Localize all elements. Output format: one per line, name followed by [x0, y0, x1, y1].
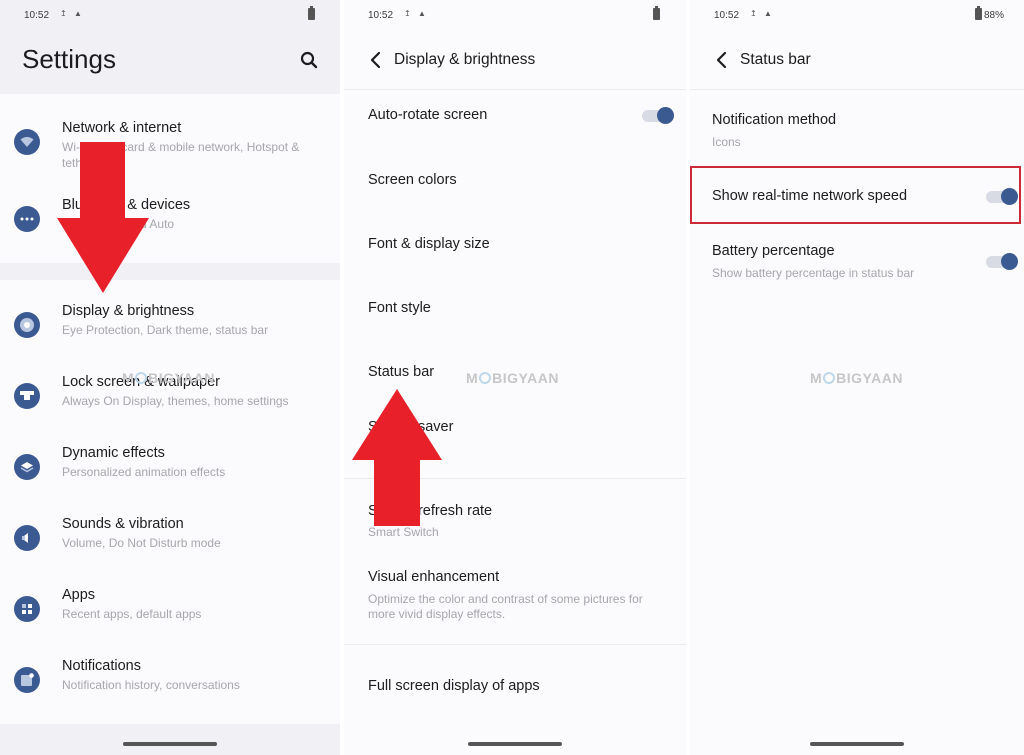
back-arrow-icon[interactable]: [368, 50, 384, 70]
item-label: Network & internet: [62, 120, 182, 136]
screen-colors-row[interactable]: Screen colors: [344, 165, 686, 197]
settings-item-apps[interactable]: Apps Recent apps, default apps: [0, 587, 340, 656]
screen-saver-row[interactable]: Screen saver: [344, 412, 686, 444]
notification-icon: [14, 667, 40, 693]
battery-icon: [975, 6, 982, 20]
row-label: Font style: [368, 300, 431, 316]
page-header: Display & brightness: [344, 30, 686, 90]
apps-grid-icon: [14, 596, 40, 622]
status-bar: 10:52 ↥ ▲: [344, 0, 686, 30]
home-gesture-handle[interactable]: [468, 742, 562, 746]
row-label: Font & display size: [368, 236, 490, 252]
row-label: Status bar: [368, 364, 435, 380]
row-label: Visual enhancement: [368, 569, 500, 585]
page-title: Settings: [22, 44, 116, 74]
visual-enhancement-row[interactable]: Visual enhancement Optimize the color an…: [344, 562, 686, 622]
speaker-icon: [14, 525, 40, 551]
row-label: Screen saver: [368, 419, 454, 435]
page-header: Status bar: [690, 30, 1024, 90]
status-bar-settings-screen: 10:52 ↥ ▲ 88% Status bar Notification me…: [690, 0, 1024, 755]
status-time: 10:52: [24, 10, 50, 21]
font-style-row[interactable]: Font style: [344, 293, 686, 325]
section-divider: [344, 478, 686, 479]
display-icon: [14, 312, 40, 338]
notification-method-row[interactable]: Notification method Icons: [690, 105, 1024, 151]
row-label: Battery percentage: [712, 243, 835, 259]
item-label: Dynamic effects: [62, 445, 165, 461]
home-gesture-handle[interactable]: [810, 742, 904, 746]
item-label: Notifications: [62, 658, 141, 674]
upload-icon: ↥: [750, 9, 757, 18]
battery-icon: [308, 6, 315, 20]
item-subtitle: Volume, Do Not Disturb mode: [62, 536, 221, 550]
row-subtitle: Smart Switch: [368, 525, 439, 539]
watermark: M BIGYAAN: [466, 370, 559, 386]
navigation-bar: [0, 724, 340, 755]
row-label: Screen refresh rate: [368, 503, 493, 519]
alert-icon: ▲: [418, 9, 426, 18]
item-subtitle: Personalized animation effects: [62, 465, 226, 479]
settings-item-dynamic-effects[interactable]: Dynamic effects Personalized animation e…: [0, 445, 340, 514]
row-label: Full screen display of apps: [368, 678, 540, 694]
settings-item-sounds[interactable]: Sounds & vibration Volume, Do Not Distur…: [0, 516, 340, 585]
settings-item-notifications[interactable]: Notifications Notification history, conv…: [0, 658, 340, 727]
upload-icon: ↥: [60, 9, 67, 18]
settings-item-lock-screen[interactable]: Lock screen & wallpaper Always On Displa…: [0, 374, 340, 443]
auto-rotate-row[interactable]: Auto-rotate screen: [344, 100, 686, 132]
more-dots-icon: [14, 206, 40, 232]
auto-rotate-toggle[interactable]: [642, 107, 674, 124]
status-bar: 10:52 ↥ ▲ 88%: [690, 0, 1024, 30]
full-screen-apps-row[interactable]: Full screen display of apps: [344, 671, 686, 703]
item-label: Display & brightness: [62, 303, 195, 319]
wifi-icon: [14, 129, 40, 155]
battery-icon: [653, 6, 660, 20]
search-icon[interactable]: [300, 51, 318, 69]
row-subtitle: Icons: [712, 135, 741, 149]
settings-item-display[interactable]: Display & brightness Eye Protection, Dar…: [0, 303, 340, 372]
upload-icon: ↥: [404, 9, 411, 18]
item-subtitle: Pairing, Android Auto: [62, 217, 175, 231]
back-arrow-icon[interactable]: [714, 50, 730, 70]
battery-percentage-toggle[interactable]: [986, 253, 1018, 270]
home-gesture-handle[interactable]: [123, 742, 217, 746]
font-display-size-row[interactable]: Font & display size: [344, 229, 686, 261]
item-label: Bluetooth & devices: [62, 197, 191, 213]
item-subtitle: Always On Display, themes, home settings: [62, 394, 289, 408]
status-bar: 10:52 ↥ ▲: [0, 0, 340, 30]
row-label: Auto-rotate screen: [368, 107, 488, 123]
row-label: Notification method: [712, 112, 837, 128]
item-subtitle: Eye Protection, Dark theme, status bar: [62, 323, 269, 337]
item-subtitle: Wi-Fi, SIM card & mobile network, Hotspo…: [62, 140, 300, 170]
settings-item-network[interactable]: Network & internet Wi-Fi, SIM card & mob…: [0, 120, 340, 189]
highlight-box-annotation: [690, 166, 1021, 224]
screen-refresh-rate-row[interactable]: Screen refresh rate Smart Switch: [344, 496, 686, 540]
alert-icon: ▲: [764, 9, 772, 18]
row-subtitle: Show battery percentage in status bar: [712, 266, 915, 280]
alert-icon: ▲: [74, 9, 82, 18]
battery-percentage-row[interactable]: Battery percentage Show battery percenta…: [690, 236, 1024, 282]
layers-icon: [14, 454, 40, 480]
settings-screen: 10:52 ↥ ▲ Settings Network & internet Wi…: [0, 0, 340, 755]
item-subtitle: Notification history, conversations: [62, 678, 240, 692]
section-divider: [344, 644, 686, 645]
battery-percentage: 88%: [984, 10, 1005, 21]
row-label: Screen colors: [368, 172, 457, 188]
display-brightness-screen: 10:52 ↥ ▲ Display & brightness Auto-rota…: [344, 0, 686, 755]
row-subtitle: Optimize the color and contrast of some …: [368, 592, 643, 621]
item-subtitle: Recent apps, default apps: [62, 607, 202, 621]
page-title: Display & brightness: [394, 51, 536, 68]
lock-screen-icon: [14, 383, 40, 409]
watermark: M BIGYAAN: [122, 370, 215, 386]
status-time: 10:52: [714, 10, 740, 21]
item-label: Apps: [62, 587, 96, 603]
page-title: Status bar: [740, 51, 811, 68]
settings-item-bluetooth[interactable]: Bluetooth & devices Pairing, Android Aut…: [0, 197, 340, 266]
item-label: Sounds & vibration: [62, 516, 184, 532]
watermark: M BIGYAAN: [810, 370, 903, 386]
status-time: 10:52: [368, 10, 394, 21]
